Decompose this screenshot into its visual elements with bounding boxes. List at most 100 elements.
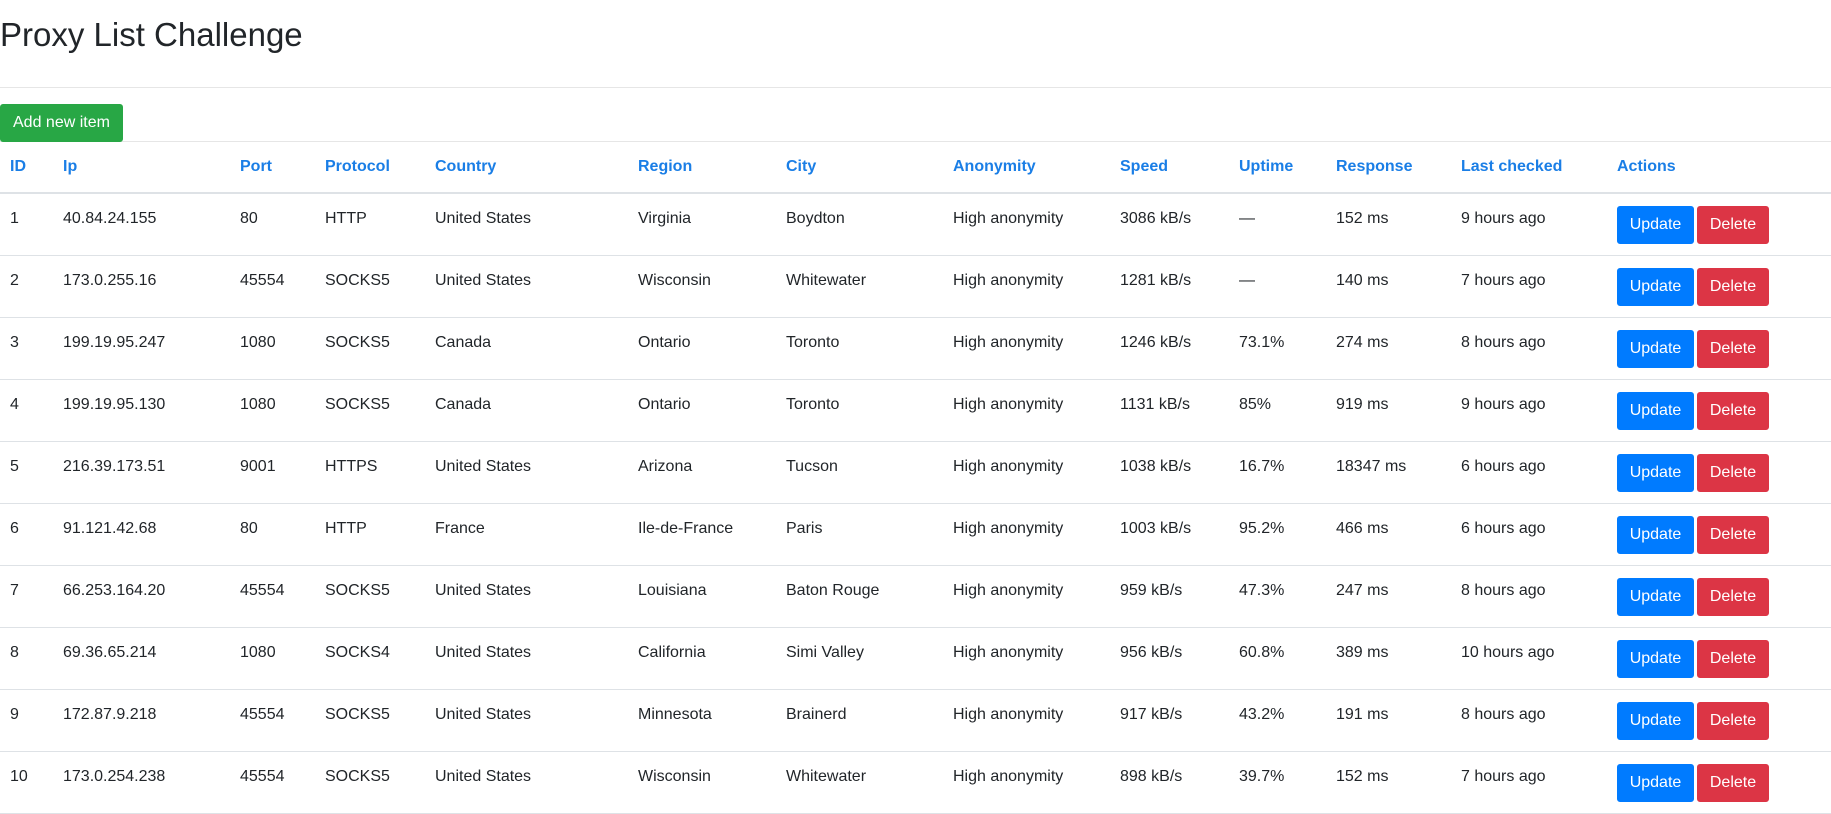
- cell-port: 80: [230, 193, 315, 256]
- update-button[interactable]: Update: [1617, 391, 1694, 430]
- table-row: 3 199.19.95.247 1080 SOCKS5 Canada Ontario Tor…: [0, 317, 1831, 380]
- delete-button[interactable]: Delete: [1697, 391, 1769, 430]
- cell-country: United States: [425, 255, 628, 318]
- cell-protocol: SOCKS5: [315, 317, 425, 380]
- cell-uptime: —: [1229, 255, 1326, 318]
- delete-button[interactable]: Delete: [1697, 515, 1769, 554]
- cell-last-checked: 8 hours ago: [1451, 689, 1607, 752]
- column-header-last-checked[interactable]: Last checked: [1451, 142, 1607, 194]
- cell-port: 45554: [230, 255, 315, 318]
- cell-id: 1: [0, 193, 53, 256]
- column-header-port[interactable]: Port: [230, 142, 315, 194]
- column-header-response[interactable]: Response: [1326, 142, 1451, 194]
- table-body: 1 40.84.24.155 80 HTTP United States Virginia…: [0, 193, 1831, 814]
- cell-response: 191 ms: [1326, 689, 1451, 752]
- cell-response: 152 ms: [1326, 751, 1451, 814]
- cell-country: France: [425, 503, 628, 566]
- cell-port: 80: [230, 503, 315, 566]
- delete-button[interactable]: Delete: [1697, 267, 1769, 306]
- column-header-protocol[interactable]: Protocol: [315, 142, 425, 194]
- cell-last-checked: 6 hours ago: [1451, 503, 1607, 566]
- cell-anonymity: High anonymity: [943, 565, 1110, 628]
- cell-speed: 1281 kB/s: [1110, 255, 1229, 318]
- cell-country: United States: [425, 441, 628, 504]
- cell-anonymity: High anonymity: [943, 255, 1110, 318]
- delete-button[interactable]: Delete: [1697, 206, 1769, 244]
- delete-button[interactable]: Delete: [1697, 329, 1769, 368]
- cell-actions: Update Delete: [1607, 751, 1831, 814]
- cell-actions: Update Delete: [1607, 255, 1831, 318]
- cell-port: 45554: [230, 751, 315, 814]
- cell-protocol: SOCKS5: [315, 689, 425, 752]
- cell-actions: Update Delete: [1607, 627, 1831, 690]
- column-header-region[interactable]: Region: [628, 142, 776, 194]
- update-button[interactable]: Update: [1617, 329, 1694, 368]
- delete-button[interactable]: Delete: [1697, 639, 1769, 678]
- add-new-item-button[interactable]: Add new item: [0, 104, 123, 142]
- column-header-city[interactable]: City: [776, 142, 943, 194]
- cell-country: Canada: [425, 317, 628, 380]
- cell-id: 8: [0, 627, 53, 690]
- cell-country: Canada: [425, 379, 628, 442]
- cell-city: Paris: [776, 503, 943, 566]
- cell-id: 2: [0, 255, 53, 318]
- cell-ip: 91.121.42.68: [53, 503, 230, 566]
- update-button[interactable]: Update: [1617, 701, 1694, 740]
- update-button[interactable]: Update: [1617, 267, 1694, 306]
- cell-last-checked: 7 hours ago: [1451, 751, 1607, 814]
- cell-actions: Update Delete: [1607, 503, 1831, 566]
- column-header-id[interactable]: ID: [0, 142, 53, 194]
- column-header-speed[interactable]: Speed: [1110, 142, 1229, 194]
- cell-region: Wisconsin: [628, 255, 776, 318]
- cell-actions: Update Delete: [1607, 193, 1831, 256]
- delete-button[interactable]: Delete: [1697, 763, 1769, 802]
- cell-id: 3: [0, 317, 53, 380]
- cell-response: 140 ms: [1326, 255, 1451, 318]
- cell-anonymity: High anonymity: [943, 751, 1110, 814]
- column-header-actions[interactable]: Actions: [1607, 142, 1831, 194]
- column-header-anonymity[interactable]: Anonymity: [943, 142, 1110, 194]
- cell-last-checked: 9 hours ago: [1451, 193, 1607, 256]
- cell-port: 1080: [230, 627, 315, 690]
- cell-response: 919 ms: [1326, 379, 1451, 442]
- cell-region: Ile-de-France: [628, 503, 776, 566]
- cell-speed: 917 kB/s: [1110, 689, 1229, 752]
- cell-speed: 1038 kB/s: [1110, 441, 1229, 504]
- column-header-uptime[interactable]: Uptime: [1229, 142, 1326, 194]
- update-button[interactable]: Update: [1617, 515, 1694, 554]
- cell-anonymity: High anonymity: [943, 441, 1110, 504]
- cell-response: 247 ms: [1326, 565, 1451, 628]
- cell-id: 6: [0, 503, 53, 566]
- cell-protocol: SOCKS5: [315, 565, 425, 628]
- cell-city: Brainerd: [776, 689, 943, 752]
- column-header-country[interactable]: Country: [425, 142, 628, 194]
- delete-button[interactable]: Delete: [1697, 577, 1769, 616]
- update-button[interactable]: Update: [1617, 639, 1694, 678]
- column-header-ip[interactable]: Ip: [53, 142, 230, 194]
- update-button[interactable]: Update: [1617, 453, 1694, 492]
- update-button[interactable]: Update: [1617, 577, 1694, 616]
- cell-protocol: SOCKS4: [315, 627, 425, 690]
- update-button[interactable]: Update: [1617, 206, 1694, 244]
- cell-protocol: SOCKS5: [315, 751, 425, 814]
- table-row: 4 199.19.95.130 1080 SOCKS5 Canada Ontario Tor…: [0, 379, 1831, 442]
- cell-port: 9001: [230, 441, 315, 504]
- cell-country: United States: [425, 751, 628, 814]
- delete-button[interactable]: Delete: [1697, 701, 1769, 740]
- cell-response: 274 ms: [1326, 317, 1451, 380]
- page-title: Proxy List Challenge: [0, 16, 303, 53]
- cell-uptime: 16.7%: [1229, 441, 1326, 504]
- cell-uptime: 85%: [1229, 379, 1326, 442]
- delete-button[interactable]: Delete: [1697, 453, 1769, 492]
- cell-id: 10: [0, 751, 53, 814]
- cell-city: Baton Rouge: [776, 565, 943, 628]
- cell-protocol: HTTP: [315, 503, 425, 566]
- cell-country: United States: [425, 689, 628, 752]
- cell-protocol: SOCKS5: [315, 379, 425, 442]
- cell-port: 45554: [230, 565, 315, 628]
- update-button[interactable]: Update: [1617, 763, 1694, 802]
- cell-response: 18347 ms: [1326, 441, 1451, 504]
- cell-city: Tucson: [776, 441, 943, 504]
- cell-speed: 1131 kB/s: [1110, 379, 1229, 442]
- cell-ip: 40.84.24.155: [53, 193, 230, 256]
